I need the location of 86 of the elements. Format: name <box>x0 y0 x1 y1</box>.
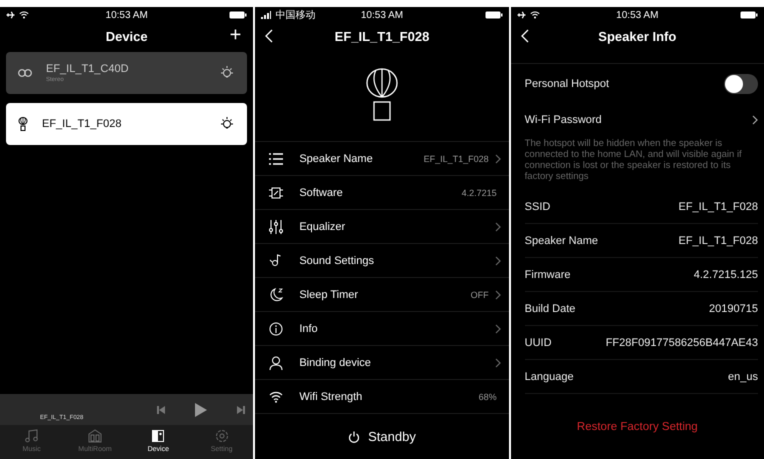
battery-icon <box>484 11 503 19</box>
row-label: Software <box>299 186 344 198</box>
music-note-icon <box>24 429 39 443</box>
detail-label: Speaker Name <box>524 234 598 246</box>
settings-row[interactable]: Sound Settings <box>255 244 509 278</box>
moon-icon <box>269 288 284 302</box>
previous-icon[interactable] <box>157 406 166 414</box>
standby-button[interactable]: Standby <box>342 428 422 445</box>
status-time: 10:53 AM <box>616 10 658 20</box>
detail-value: EF_IL_T1_F028 <box>678 234 758 246</box>
device-card[interactable]: EF_IL_T1_F028 <box>6 103 248 145</box>
back-icon[interactable] <box>520 29 529 43</box>
toggle-switch[interactable] <box>724 74 758 94</box>
row-label: Info <box>299 322 319 334</box>
linked-circles-icon <box>18 69 32 77</box>
settings-row[interactable]: Binding device <box>255 346 509 380</box>
device-name: EF_IL_T1_C40D <box>46 63 130 75</box>
chevron-icon <box>494 222 501 232</box>
setting-label: Wi-Fi Password <box>524 114 602 126</box>
status-time: 10:53 AM <box>360 10 404 20</box>
balloon-icon <box>364 68 399 122</box>
sliders-icon <box>269 220 284 234</box>
detail-value: EF_IL_T1_F028 <box>678 200 758 212</box>
chevron-icon <box>494 358 501 368</box>
airplane-icon <box>516 11 526 19</box>
status-time: 10:53 AM <box>106 10 148 20</box>
screen-title: Speaker Info <box>598 28 676 44</box>
row-label: Speaker Name <box>299 152 374 164</box>
power-icon <box>348 430 360 442</box>
airplane-icon <box>6 11 15 19</box>
hotspot-note: The hotspot will be hidden when the speaker is connected to the home LAN, and will visible again if connection is lost or the speaker is restored to its factory settings <box>524 138 743 182</box>
row-value: 68% <box>478 392 497 402</box>
signal-icon <box>261 11 272 19</box>
building-icon <box>88 429 102 443</box>
list-icon <box>269 152 284 164</box>
detail-label: Build Date <box>524 302 576 314</box>
setting-label: Personal Hotspot <box>524 78 610 90</box>
row-label: Sleep Timer <box>299 288 360 300</box>
settings-row[interactable]: Sleep Timer OFF <box>255 278 509 312</box>
screen-title: EF_IL_T1_F028 <box>334 28 430 44</box>
detail-label: UUID <box>524 336 552 348</box>
play-icon[interactable] <box>195 402 208 416</box>
carrier-name: 中国移动 <box>275 8 316 22</box>
wifi-icon <box>19 11 29 19</box>
restore-factory-button[interactable]: Restore Factory Setting <box>570 420 704 434</box>
chevron-icon <box>494 154 501 164</box>
chip-icon <box>269 186 284 200</box>
sound-icon <box>269 254 284 268</box>
settings-row[interactable]: Equalizer <box>255 210 509 244</box>
battery-icon <box>740 11 758 19</box>
chevron-icon <box>494 290 501 300</box>
detail-label: SSID <box>524 200 550 212</box>
detail-value: FF28F09177586256B447AE43 <box>606 336 758 348</box>
settings-row[interactable]: Wi-Fi Password <box>524 104 758 136</box>
screen-title: Device <box>106 28 148 44</box>
balloon-icon <box>18 117 28 131</box>
detail-value: en_us <box>728 370 758 382</box>
info-icon <box>269 322 284 336</box>
chevron-icon <box>494 256 501 266</box>
detail-label: Firmware <box>524 268 570 280</box>
detail-label: Language <box>524 370 574 382</box>
row-value: OFF <box>470 290 489 300</box>
detail-value: 20190715 <box>709 302 758 314</box>
settings-row[interactable]: Speaker Name EF_IL_T1_F028 <box>255 142 509 176</box>
next-icon[interactable] <box>237 406 246 414</box>
settings-row[interactable]: Software 4.2.7215 <box>255 176 509 210</box>
row-label: Equalizer <box>299 220 346 232</box>
row-value: 4.2.7215 <box>462 188 497 198</box>
add-button[interactable]: + <box>226 23 246 47</box>
chevron-icon <box>752 115 758 125</box>
row-label: Sound Settings <box>299 254 375 266</box>
wifi-icon <box>269 390 284 402</box>
row-label: Binding device <box>299 356 372 368</box>
person-icon <box>269 356 284 370</box>
settings-row[interactable]: Info <box>255 312 509 346</box>
wifi-icon <box>530 11 540 19</box>
row-value: EF_IL_T1_F028 <box>424 154 489 164</box>
device-name: EF_IL_T1_F028 <box>42 118 122 130</box>
speaker-icon <box>151 429 166 443</box>
detail-value: 4.2.7215.125 <box>694 268 758 280</box>
settings-row[interactable]: Wifi Strength 68% <box>255 380 509 414</box>
settings-icon <box>214 429 229 443</box>
back-icon[interactable] <box>265 29 274 43</box>
row-label: Wifi Strength <box>299 390 364 402</box>
battery-icon <box>229 11 248 19</box>
chevron-icon <box>494 324 501 334</box>
